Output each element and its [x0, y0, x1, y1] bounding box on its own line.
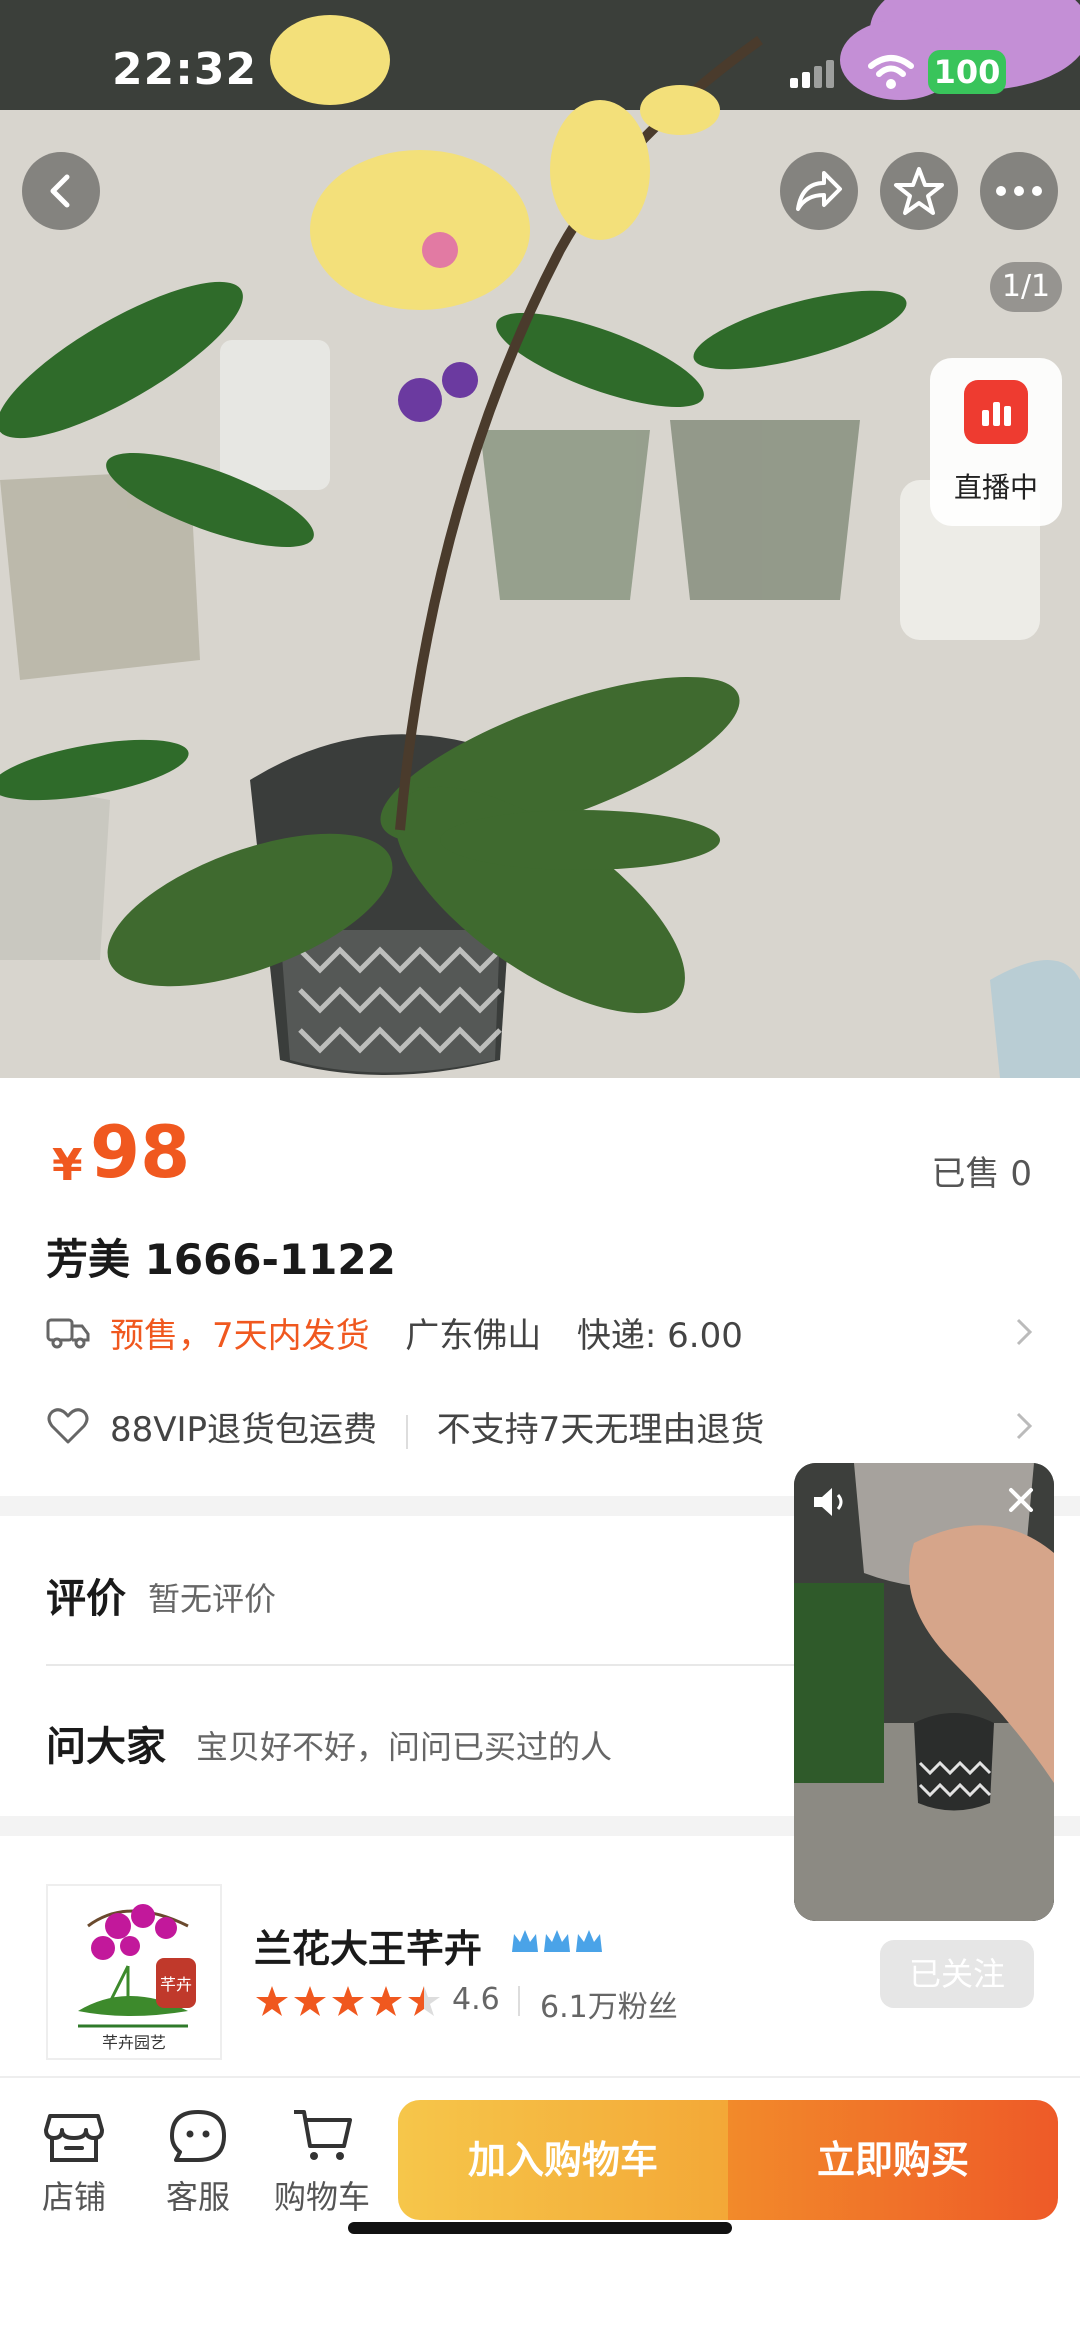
share-icon — [796, 171, 842, 211]
home-indicator — [348, 2222, 732, 2234]
back-button[interactable] — [22, 152, 100, 230]
chat-face-icon — [170, 2110, 226, 2162]
live-stream-button[interactable]: 直播中 — [930, 358, 1062, 526]
close-icon[interactable] — [1006, 1485, 1036, 1515]
shop-logo[interactable]: 芊卉 芊卉园艺 — [46, 1884, 222, 2060]
tab-cart[interactable]: 购物车 — [262, 2108, 382, 2218]
cellular-signal-icon — [790, 60, 834, 88]
shipping-row[interactable]: 预售，7天内发货 广东佛山 快递: 6.00 — [46, 1302, 1036, 1362]
tab-store[interactable]: 店铺 — [14, 2108, 134, 2218]
floating-video-player[interactable] — [794, 1463, 1054, 1921]
tab-store-label: 店铺 — [41, 2178, 106, 2216]
more-options-button[interactable] — [980, 152, 1058, 230]
qa-label: 问大家 — [46, 1724, 166, 1770]
buy-now-button[interactable]: 立即购买 — [728, 2100, 1058, 2220]
speaker-icon[interactable] — [812, 1485, 852, 1519]
product-image-gallery[interactable]: 22:32 100 1/1 直播中 — [0, 0, 1080, 1078]
separator — [405, 1414, 408, 1449]
shop-name: 兰花大王芊卉 — [254, 1927, 483, 1971]
status-time: 22:32 — [112, 44, 258, 95]
store-icon — [44, 2114, 104, 2162]
star-icon — [256, 1986, 440, 2016]
presale-text: 预售，7天内发货 — [110, 1316, 370, 1356]
add-to-cart-button[interactable]: 加入购物车 — [398, 2100, 728, 2220]
svg-text:芊卉园艺: 芊卉园艺 — [102, 2033, 166, 2052]
tab-service-label: 客服 — [165, 2178, 230, 2216]
shop-star-rating — [256, 1986, 440, 2016]
chevron-left-icon — [50, 174, 70, 208]
chevron-right-icon — [1016, 1412, 1033, 1440]
no-return-text: 不支持7天无理由退货 — [436, 1410, 765, 1450]
more-dots-icon — [996, 186, 1042, 196]
crown-badge-icon — [512, 1930, 602, 1952]
follow-button[interactable]: 已关注 — [880, 1940, 1034, 2008]
heart-outline-icon — [47, 1408, 89, 1444]
reviews-label: 评价 — [46, 1576, 126, 1622]
wifi-icon — [868, 55, 914, 89]
tab-cart-label: 购物车 — [273, 2178, 370, 2216]
image-page-counter: 1/1 — [990, 262, 1062, 312]
favorite-button[interactable] — [880, 152, 958, 230]
shop-fans: 6.1万粉丝 — [540, 1990, 678, 2025]
reviews-value: 暂无评价 — [148, 1580, 277, 1618]
shop-rating: 4.6 — [452, 1982, 500, 2017]
shipping-fee: 快递: 6.00 — [576, 1316, 743, 1356]
separator — [518, 1986, 520, 2016]
currency-symbol: ¥ — [52, 1140, 83, 1191]
svg-text:芊卉: 芊卉 — [160, 1975, 192, 1994]
live-label: 直播中 — [953, 471, 1038, 504]
product-price: 98 — [90, 1110, 191, 1194]
ship-origin: 广东佛山 — [405, 1316, 542, 1356]
star-outline-icon — [894, 167, 944, 215]
status-bar: 22:32 100 — [0, 0, 1080, 140]
sold-count: 已售 0 — [931, 1154, 1032, 1194]
battery-indicator: 100 — [928, 50, 1006, 94]
product-title: 芳美 1666-1122 — [46, 1235, 396, 1284]
orchid-logo-image: 芊卉 芊卉园艺 — [78, 1904, 196, 2052]
qa-hint: 宝贝好不好，问问已买过的人 — [196, 1728, 613, 1766]
service-guarantee-row[interactable]: 88VIP退货包运费 不支持7天无理由退货 — [46, 1396, 1036, 1456]
bottom-action-bar: 店铺 客服 购物车 加入购物车 立即购买 — [0, 2076, 1080, 2339]
share-button[interactable] — [780, 152, 858, 230]
row-divider — [46, 1664, 806, 1666]
live-bars-icon — [964, 380, 1028, 444]
tab-customer-service[interactable]: 客服 — [138, 2108, 258, 2218]
video-frame — [794, 1463, 1054, 1921]
chevron-right-icon — [1016, 1318, 1033, 1346]
cart-icon — [294, 2110, 352, 2160]
return-shipping-text: 88VIP退货包运费 — [110, 1410, 378, 1450]
delivery-truck-icon — [46, 1318, 90, 1349]
